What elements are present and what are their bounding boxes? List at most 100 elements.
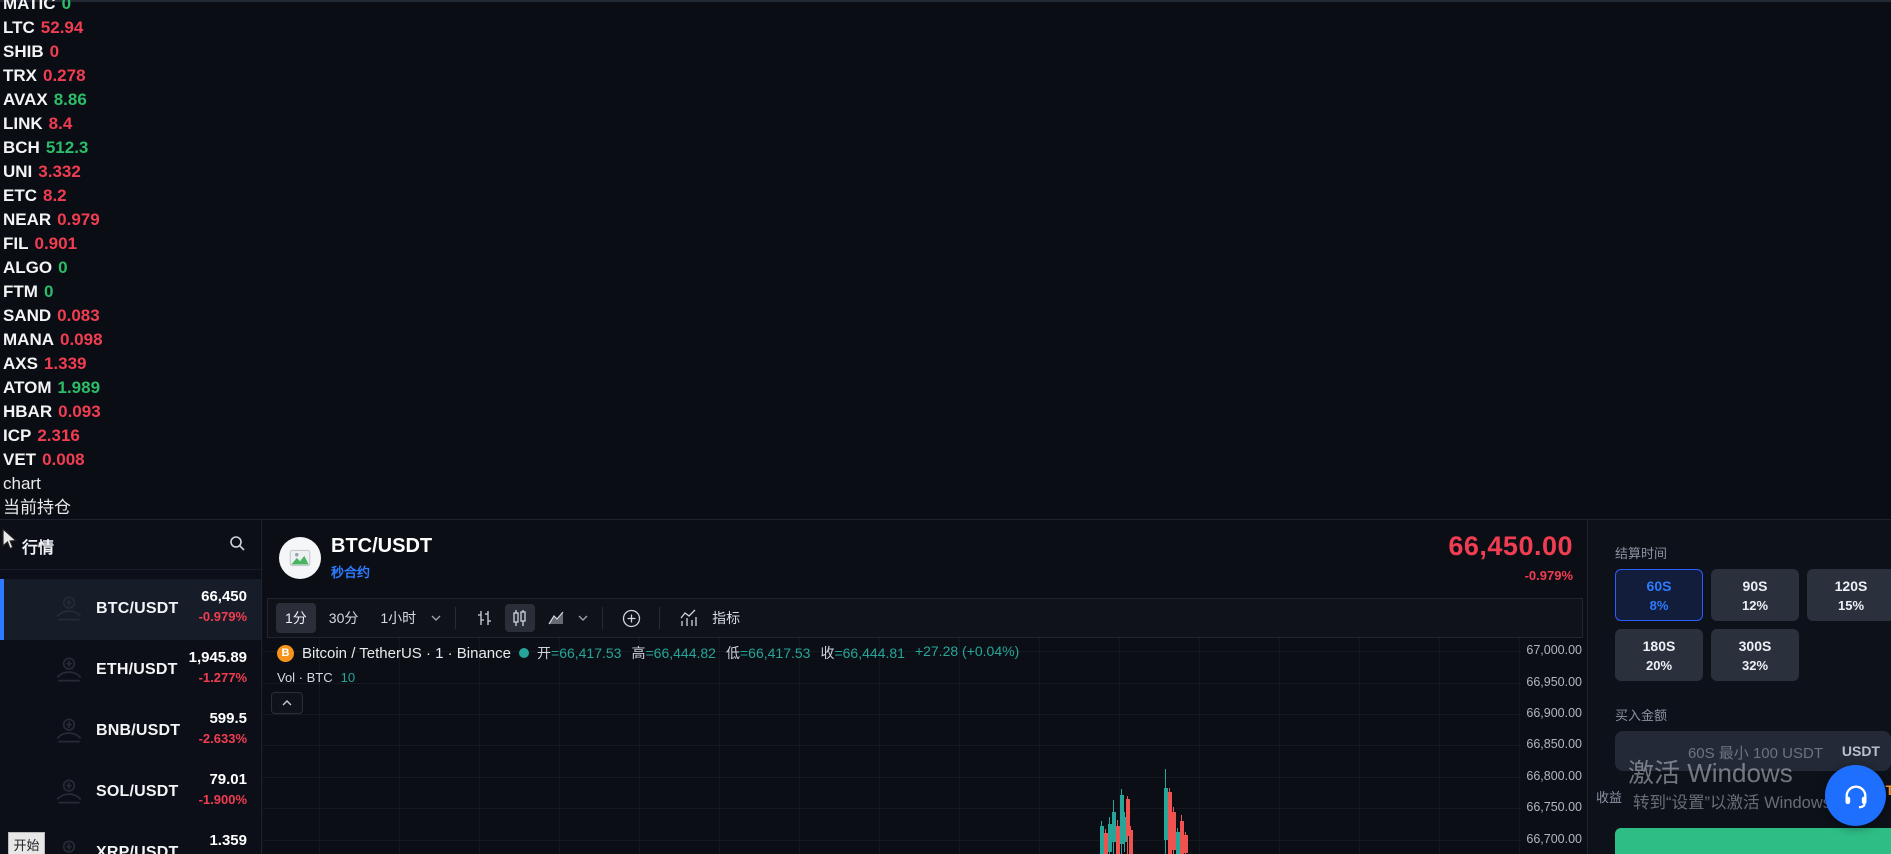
pair-row-sol[interactable]: SOL/USDT79.01-1.900% xyxy=(0,762,261,823)
ticker-row[interactable]: FIL0.901 xyxy=(3,232,103,256)
price-axis-label: 66,700.00 xyxy=(1526,832,1582,846)
horizontal-gridline xyxy=(263,714,1521,715)
windows-activation-watermark-line2: 转到“设置”以激活 Windows。 xyxy=(1633,789,1848,813)
interval-button-30分[interactable]: 30分 xyxy=(320,603,368,633)
indicators-icon[interactable] xyxy=(673,604,703,632)
horizontal-gridline xyxy=(263,745,1521,746)
chart-plot[interactable]: 67,000.0066,950.0066,900.0066,850.0066,8… xyxy=(263,638,1587,854)
symbol-logo xyxy=(279,537,321,579)
ohlc-value: 66,444.82 xyxy=(654,645,716,661)
ohlc-equals: = xyxy=(645,645,653,661)
price-box: 66,450.00 -0.979% xyxy=(1448,531,1573,583)
toolbar-divider xyxy=(602,607,603,629)
interval-chevron-down-icon[interactable] xyxy=(431,615,441,622)
ticker-price: 0.093 xyxy=(58,402,101,421)
ticker-symbol: SAND xyxy=(3,306,51,325)
ticker-row[interactable]: MANA0.098 xyxy=(3,328,103,352)
volume-value: 10 xyxy=(341,670,355,685)
pair-row-btc[interactable]: BTC/USDT66,450-0.979% xyxy=(0,579,261,640)
settle-option-90s[interactable]: 90S12% xyxy=(1711,569,1799,621)
vertical-gridline xyxy=(1359,638,1360,854)
pair-row-bnb[interactable]: BNB/USDT599.5-2.633% xyxy=(0,701,261,762)
horizontal-gridline xyxy=(263,808,1521,809)
interval-button-1小时[interactable]: 1小时 xyxy=(371,603,425,633)
ticker-symbol: VET xyxy=(3,450,36,469)
ticker-row[interactable]: AXS1.339 xyxy=(3,352,103,376)
ohlc-value: 66,417.53 xyxy=(748,645,810,661)
indicators-label[interactable]: 指标 xyxy=(712,608,740,628)
vertical-gridline xyxy=(719,638,720,854)
horizontal-gridline xyxy=(263,840,1521,841)
ticker-row[interactable]: LTC52.94 xyxy=(3,16,103,40)
pair-quote: 1,945.89-1.277% xyxy=(189,649,247,685)
ohlc-equals: = xyxy=(740,645,748,661)
settle-time-label: 结算时间 xyxy=(1615,543,1667,562)
amount-unit-label: USDT xyxy=(1842,743,1880,759)
trading-panel: 行情 BTC/USDT66,450-0.979%ETH/USDT1,945.89… xyxy=(0,519,1891,854)
ticker-row[interactable]: ATOM1.989 xyxy=(3,376,103,400)
ticker-price: 0 xyxy=(58,258,67,277)
toolbar-divider xyxy=(455,607,456,629)
vertical-gridline xyxy=(639,638,640,854)
price-axis-label: 67,000.00 xyxy=(1526,643,1582,657)
ticker-row[interactable]: MATIC0 xyxy=(3,0,103,16)
ticker-row[interactable]: BCH512.3 xyxy=(3,136,103,160)
pair-name: XRP/USDT xyxy=(96,844,179,854)
ohlc-label: 收 xyxy=(820,645,834,661)
settle-option-300s[interactable]: 300S32% xyxy=(1711,629,1799,681)
ticker-price: 0.979 xyxy=(57,210,100,229)
ohlc-equals: = xyxy=(551,645,559,661)
settle-option-60s[interactable]: 60S8% xyxy=(1615,569,1703,621)
ticker-row[interactable]: NEAR0.979 xyxy=(3,208,103,232)
pair-quote: 1.359 xyxy=(209,832,247,849)
ohlc-label: 低 xyxy=(726,645,740,661)
ticker-row[interactable]: ALGO0 xyxy=(3,256,103,280)
pair-name: BNB/USDT xyxy=(96,722,180,740)
settle-option-rate: 32% xyxy=(1742,658,1768,673)
legend-collapse-button[interactable] xyxy=(271,692,303,714)
ticker-row[interactable]: ETC8.2 xyxy=(3,184,103,208)
ohlc-label: 高 xyxy=(631,645,645,661)
vertical-gridline xyxy=(959,638,960,854)
area-chart-type-icon[interactable] xyxy=(541,604,571,632)
compare-plus-icon[interactable] xyxy=(616,604,646,632)
ticker-row[interactable]: LINK8.4 xyxy=(3,112,103,136)
ticker-price: 0.083 xyxy=(57,306,100,325)
vertical-gridline xyxy=(1439,638,1440,854)
ticker-text-row: chart xyxy=(3,472,103,496)
ticker-row[interactable]: SHIB0 xyxy=(3,40,103,64)
ticker-row[interactable]: VET0.008 xyxy=(3,448,103,472)
ticker-row[interactable]: AVAX8.86 xyxy=(3,88,103,112)
ohlc-item: 高=66,444.82 xyxy=(631,643,715,663)
coin-in-hand-icon xyxy=(52,653,86,687)
settle-option-duration: 120S xyxy=(1835,578,1868,594)
ohlc-value: 66,417.53 xyxy=(559,645,621,661)
windows-start-tooltip[interactable]: 开始 xyxy=(8,832,45,854)
ohlc-value: +27.28 (+0.04%) xyxy=(915,643,1019,659)
candles-chart-type-icon[interactable] xyxy=(505,604,535,632)
chart-type-chevron-down-icon[interactable] xyxy=(578,615,588,622)
ticker-row[interactable]: FTM0 xyxy=(3,280,103,304)
bars-chart-type-icon[interactable] xyxy=(469,604,499,632)
ticker-row[interactable]: ICP2.316 xyxy=(3,424,103,448)
ticker-symbol: UNI xyxy=(3,162,32,181)
pair-change-pct: -2.633% xyxy=(199,731,247,746)
buy-up-button[interactable]: 买涨 xyxy=(1615,828,1891,854)
vertical-gridline xyxy=(879,638,880,854)
market-status-dot xyxy=(519,648,529,658)
price-axis-label: 66,750.00 xyxy=(1526,800,1582,814)
customer-support-button[interactable] xyxy=(1825,765,1886,826)
ticker-row[interactable]: SAND 0.083 xyxy=(3,304,103,328)
ticker-symbol: HBAR xyxy=(3,402,52,421)
pair-row-eth[interactable]: ETH/USDT1,945.89-1.277% xyxy=(0,640,261,701)
search-icon[interactable] xyxy=(229,535,245,551)
ticker-row[interactable]: UNI 3.332 xyxy=(3,160,103,184)
settle-option-duration: 180S xyxy=(1643,638,1676,654)
ticker-row[interactable]: HBAR 0.093 xyxy=(3,400,103,424)
ticker-price: 3.332 xyxy=(38,162,81,181)
ticker-row[interactable]: TRX0.278 xyxy=(3,64,103,88)
settle-option-180s[interactable]: 180S20% xyxy=(1615,629,1703,681)
interval-button-1分[interactable]: 1分 xyxy=(276,603,316,633)
settle-option-120s[interactable]: 120S15% xyxy=(1807,569,1891,621)
ticker-price: 0 xyxy=(50,42,59,61)
